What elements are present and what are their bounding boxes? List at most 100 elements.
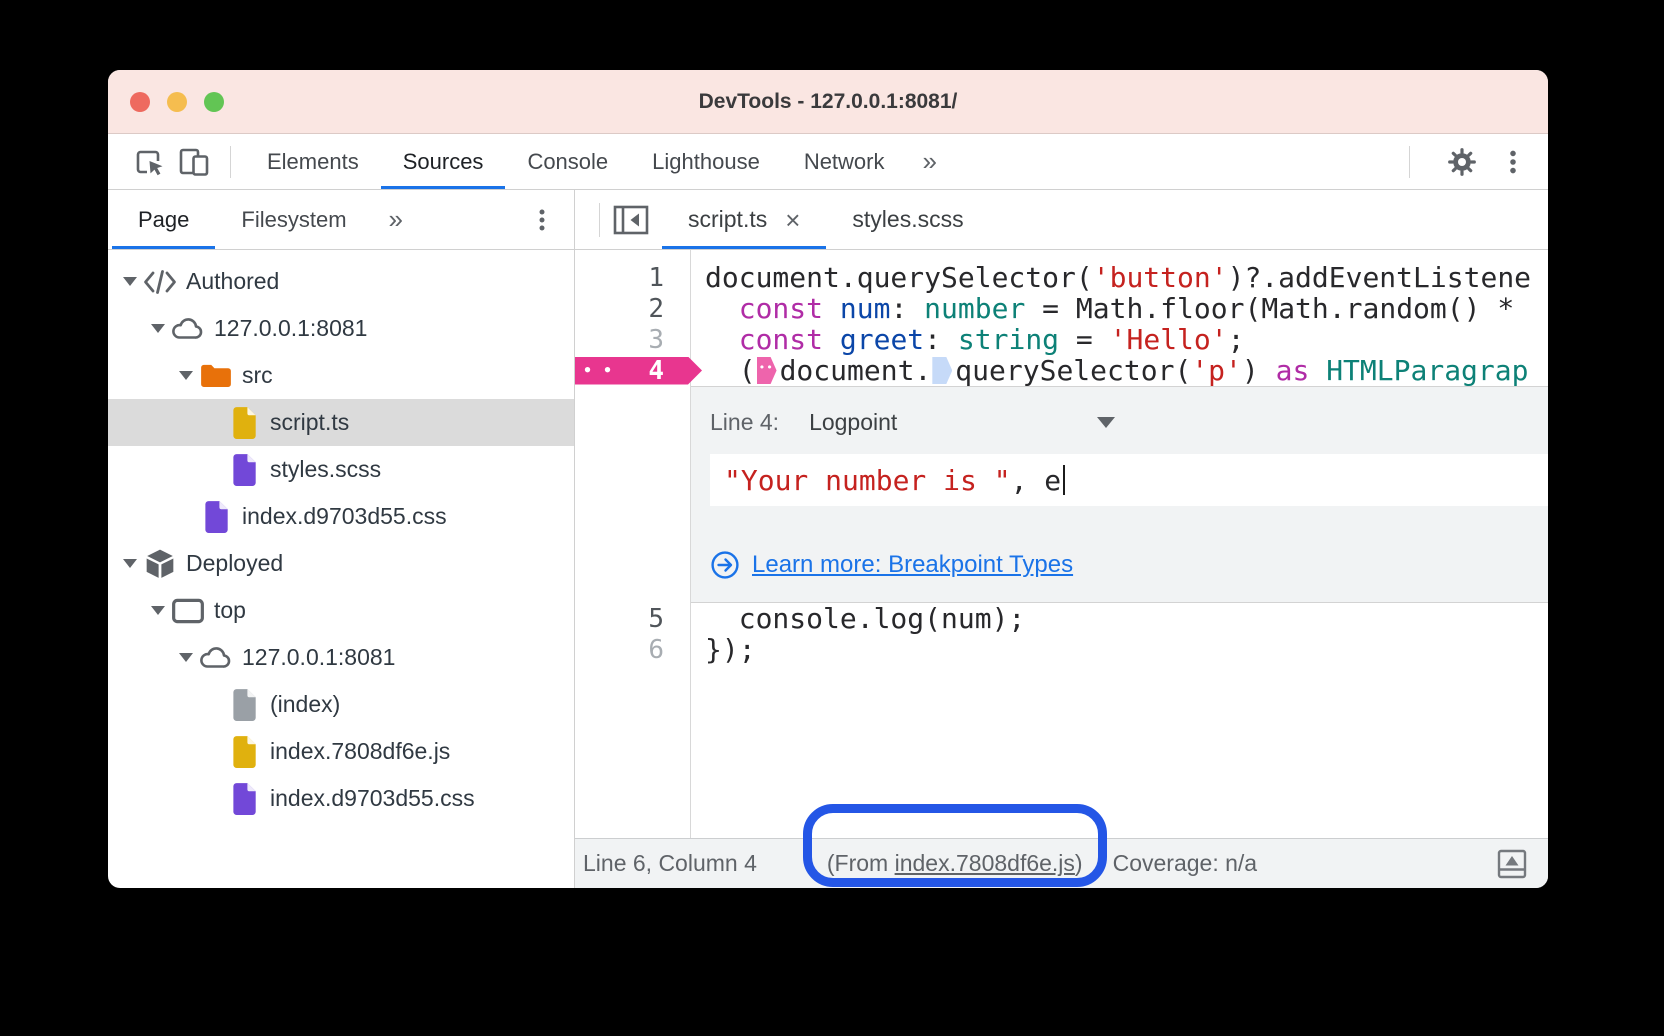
code-token: ; [1228,323,1245,356]
code-lines-bottom: 5 console.log(num);6}); [575,603,1548,665]
more-panels-button[interactable]: » [907,134,953,189]
expand-arrow-icon[interactable] [120,559,140,568]
logpoint-condition-input[interactable]: "Your number is ", e [710,454,1548,506]
toolbar-right [1395,134,1548,189]
hide-navigator-button[interactable] [600,190,662,249]
expand-drawer-icon[interactable] [1494,846,1530,882]
minimize-window-button[interactable] [167,92,187,112]
tree-item-label: 127.0.0.1:8081 [214,315,367,342]
expand-arrow-icon[interactable] [176,371,196,380]
navigator-tab-page[interactable]: Page [112,190,215,249]
breakpoint-edit-pane: Line 4: Logpoint "Your number is ", e [690,386,1548,603]
panel-tab-network[interactable]: Network [782,134,907,189]
tree-item-script-ts[interactable]: script.ts [108,399,574,446]
expand-arrow-icon[interactable] [148,324,168,333]
editor-tab-script-ts[interactable]: script.ts× [662,190,826,249]
file-purple-icon [226,783,262,815]
tree-item-index-7808df6e-js[interactable]: index.7808df6e.js [108,728,574,775]
panel-tab-lighthouse[interactable]: Lighthouse [630,134,782,189]
tree-item-label: index.d9703d55.css [270,785,475,812]
tree-item-index-d9703d55-css[interactable]: index.d9703d55.css [108,775,574,822]
learn-more-link[interactable]: Learn more: Breakpoint Types [752,551,1073,579]
expand-arrow-icon[interactable] [176,653,196,662]
breakpoint-type-dropdown-icon[interactable] [1097,417,1115,428]
learn-more-row: Learn more: Breakpoint Types [710,550,1548,580]
tree-item-label: index.d9703d55.css [242,503,447,530]
tab-label: styles.scss [852,206,963,233]
tab-label: Lighthouse [652,149,760,175]
tree-item-top[interactable]: top [108,587,574,634]
tab-label: Network [804,149,885,175]
tree-item-src[interactable]: src [108,352,574,399]
editor-empty-space [575,665,1548,838]
tab-label: Sources [403,149,484,175]
code-token: , e [1011,464,1062,497]
tree-item-styles-scss[interactable]: styles.scss [108,446,574,493]
tree-item-deployed[interactable]: Deployed [108,540,574,587]
logpoint-gutter-marker[interactable]: 4 [575,356,690,386]
inline-logpoint-marker-icon[interactable] [757,357,777,384]
inline-breakpoint-candidate-icon[interactable] [932,357,952,384]
code-token: num [840,292,891,325]
code-token: number [924,292,1025,325]
tree-item-127-0-0-1-8081[interactable]: 127.0.0.1:8081 [108,634,574,681]
circle-arrow-icon [710,550,740,580]
tree-item-label: (index) [270,691,340,718]
line-number[interactable]: 1 [575,263,690,293]
expand-arrow-icon[interactable] [120,277,140,286]
code-editor[interactable]: 1document.querySelector('button')?.addEv… [575,250,1548,838]
traffic-lights [130,92,224,112]
panel-tab-console[interactable]: Console [505,134,630,189]
code-token: console.log(num); [705,602,1025,635]
cloud-icon [198,642,234,674]
code-token: = [1059,323,1110,356]
close-window-button[interactable] [130,92,150,112]
expand-arrow-icon[interactable] [148,606,168,615]
close-tab-icon[interactable]: × [785,207,800,233]
panel-tab-elements[interactable]: Elements [245,134,381,189]
navigator-tab-filesystem[interactable]: Filesystem [215,190,372,249]
code-line-6: 6}); [575,634,1548,665]
line-number[interactable]: 6 [575,635,690,665]
code-token: : [890,292,924,325]
tree-item-label: src [242,362,273,389]
more-options-icon[interactable] [1500,147,1526,177]
inspect-element-button[interactable] [128,134,172,189]
more-navigator-tabs-button[interactable]: » [373,190,419,249]
navigator-menu-icon[interactable] [530,190,554,249]
tree-item-index[interactable]: (index) [108,681,574,728]
line-number[interactable]: 5 [575,604,690,634]
tab-label: Page [138,207,189,233]
code-token: HTMLParagrap [1326,354,1528,387]
settings-gear-icon[interactable] [1446,146,1478,178]
tree-item-label: styles.scss [270,456,381,483]
window-title: DevTools - 127.0.0.1:8081/ [699,90,958,114]
tree-item-label: Authored [186,268,279,295]
device-toolbar-button[interactable] [172,134,216,189]
line-number[interactable]: 2 [575,294,690,324]
code-line-3: 3 const greet: string = 'Hello'; [575,324,1548,355]
window-titlebar: DevTools - 127.0.0.1:8081/ [108,70,1548,134]
cursor-position-label: Line 6, Column 4 [583,850,757,877]
code-line-text: }); [690,633,756,666]
breakpoint-type-value[interactable]: Logpoint [809,409,897,436]
panel-tab-sources[interactable]: Sources [381,134,506,189]
text-cursor [1063,465,1065,495]
code-line-text: const greet: string = 'Hello'; [690,323,1245,356]
tree-item-index-d9703d55-css[interactable]: index.d9703d55.css [108,493,574,540]
code-token [823,323,840,356]
tree-item-authored[interactable]: Authored [108,258,574,305]
zoom-window-button[interactable] [204,92,224,112]
code-line-2: 2 const num: number = Math.floor(Math.ra… [575,293,1548,324]
tree-item-label: top [214,597,246,624]
navigator-tabs: Page Filesystem [112,190,373,249]
editor-tab-styles-scss[interactable]: styles.scss [826,190,989,249]
line-number[interactable]: 3 [575,325,690,355]
tree-item-127-0-0-1-8081[interactable]: 127.0.0.1:8081 [108,305,574,352]
tree-item-label: Deployed [186,550,283,577]
mapped-file-link[interactable]: index.7808df6e.js [895,850,1075,876]
file-yellow-icon [226,736,262,768]
code-line-text: (document.querySelector('p') as HTMLPara… [690,354,1528,387]
folder-icon [198,360,234,392]
code-token: "Your number is " [724,464,1011,497]
